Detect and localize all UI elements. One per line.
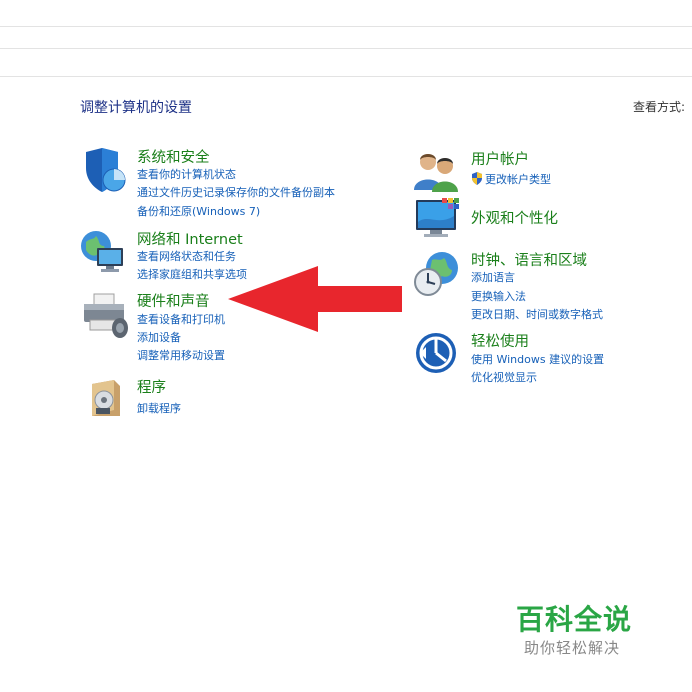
- shield-icon[interactable]: [80, 146, 130, 196]
- category-clock-language-region[interactable]: 时钟、语言和区域: [471, 249, 587, 270]
- top-divider-1: [0, 26, 692, 27]
- category-ease-of-access[interactable]: 轻松使用: [471, 330, 529, 351]
- link-change-account-type[interactable]: 更改帐户类型: [471, 171, 551, 187]
- watermark-title: 百科全说: [516, 603, 633, 636]
- category-user-accounts[interactable]: 用户帐户: [471, 148, 529, 169]
- category-appearance-personalization[interactable]: 外观和个性化: [471, 207, 558, 228]
- ease-of-access-icon[interactable]: [414, 331, 464, 381]
- link-add-language[interactable]: 添加语言: [471, 269, 515, 285]
- link-mobility-settings[interactable]: 调整常用移动设置: [137, 347, 225, 363]
- clock-globe-icon[interactable]: [414, 250, 464, 300]
- watermark-subtitle: 助你轻松解决: [524, 639, 621, 657]
- link-devices-printers[interactable]: 查看设备和打印机: [137, 311, 225, 327]
- red-arrow-annotation: [228, 266, 402, 332]
- category-hardware-sound[interactable]: 硬件和声音: [137, 290, 210, 311]
- link-change-account-type-label: 更改帐户类型: [485, 173, 551, 186]
- category-network-internet[interactable]: 网络和 Internet: [137, 228, 243, 249]
- link-backup-restore[interactable]: 备份和还原(Windows 7): [137, 203, 260, 219]
- personalization-icon[interactable]: [414, 196, 464, 246]
- link-view-computer-status[interactable]: 查看你的计算机状态: [137, 166, 236, 182]
- link-date-time-format[interactable]: 更改日期、时间或数字格式: [471, 306, 603, 322]
- users-icon[interactable]: [414, 150, 464, 200]
- programs-icon[interactable]: [84, 376, 134, 426]
- link-change-input-method[interactable]: 更换输入法: [471, 288, 526, 304]
- top-divider-3: [0, 76, 692, 77]
- link-windows-suggested-settings[interactable]: 使用 Windows 建议的设置: [471, 351, 604, 367]
- category-system-security[interactable]: 系统和安全: [137, 146, 210, 167]
- view-by-label[interactable]: 查看方式:: [633, 98, 685, 115]
- link-network-status[interactable]: 查看网络状态和任务: [137, 248, 236, 264]
- link-file-history[interactable]: 通过文件历史记录保存你的文件备份副本: [137, 184, 335, 200]
- top-divider-2: [0, 48, 692, 49]
- uac-shield-icon: [472, 172, 482, 185]
- link-optimize-visual-display[interactable]: 优化视觉显示: [471, 369, 537, 385]
- printer-icon[interactable]: [80, 290, 130, 340]
- page-title: 调整计算机的设置: [80, 100, 192, 116]
- link-add-device[interactable]: 添加设备: [137, 329, 181, 345]
- network-icon[interactable]: [80, 228, 130, 278]
- category-programs[interactable]: 程序: [137, 376, 166, 397]
- link-uninstall-program[interactable]: 卸载程序: [137, 400, 181, 416]
